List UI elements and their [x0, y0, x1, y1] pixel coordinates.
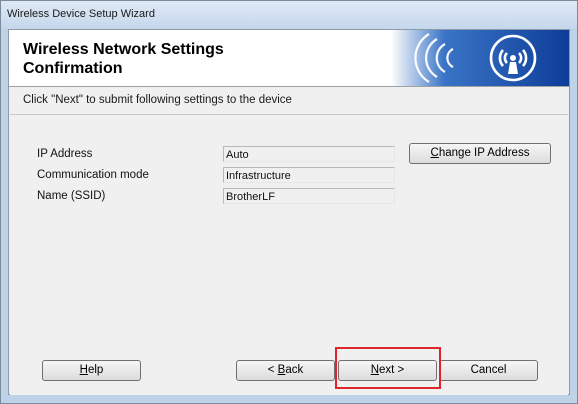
- help-label: elp: [87, 364, 104, 376]
- page-title: Wireless Network Settings Confirmation: [23, 41, 224, 77]
- ssid-label: Name (SSID): [37, 190, 106, 202]
- change-ip-mnemonic: C: [430, 147, 439, 159]
- ip-address-label: IP Address: [37, 148, 93, 160]
- next-mnemonic: N: [370, 364, 380, 376]
- communication-mode-value: Infrastructure: [223, 167, 395, 183]
- help-mnemonic: H: [79, 364, 88, 376]
- communication-mode-label: Communication mode: [37, 169, 149, 181]
- ssid-value: BrotherLF: [223, 188, 395, 204]
- wireless-banner: [391, 30, 569, 86]
- wizard-header: Wireless Network Settings Confirmation: [9, 30, 569, 87]
- ip-address-value: Auto: [223, 146, 395, 162]
- title-bar[interactable]: Wireless Device Setup Wizard: [1, 1, 577, 29]
- instruction-text: Click "Next" to submit following setting…: [23, 94, 292, 106]
- wizard-body: Wireless Network Settings Confirmation C…: [8, 29, 570, 395]
- help-button[interactable]: Help: [42, 360, 141, 381]
- next-label: ext >: [379, 364, 405, 376]
- setup-wizard-window: Wireless Device Setup Wizard Wireless Ne…: [0, 0, 578, 404]
- change-ip-address-button[interactable]: Change IP Address: [409, 143, 551, 164]
- wireless-signal-icon: [414, 33, 537, 83]
- window-title: Wireless Device Setup Wizard: [7, 8, 155, 20]
- change-ip-label: hange IP Address: [438, 147, 530, 159]
- back-prefix: <: [267, 364, 278, 376]
- back-button[interactable]: < Back: [236, 360, 335, 381]
- next-button[interactable]: Next >: [338, 360, 437, 381]
- cancel-button[interactable]: Cancel: [439, 360, 538, 381]
- back-label: ack: [285, 364, 304, 376]
